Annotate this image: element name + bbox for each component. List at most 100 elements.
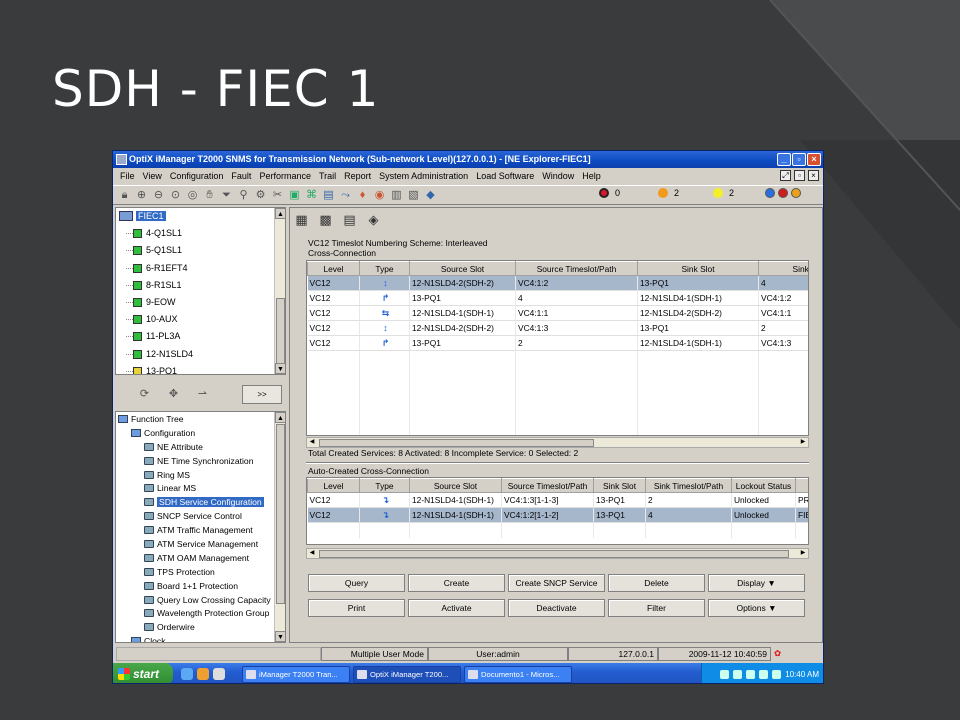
tree-item-board[interactable]: 4-Q1SL1 xyxy=(116,225,285,242)
hand-icon[interactable]: ✋︎ xyxy=(202,188,217,203)
scroll-up-icon[interactable]: ▲ xyxy=(275,412,285,423)
options-dropdown-button[interactable]: Options ▼ xyxy=(708,599,805,617)
menu-file[interactable]: File xyxy=(116,169,139,184)
function-tree-item[interactable]: Clock xyxy=(116,634,285,642)
filter-button[interactable]: Filter xyxy=(608,599,705,617)
menu-trail[interactable]: Trail xyxy=(315,169,340,184)
print-button[interactable]: Print xyxy=(308,599,405,617)
menu-performance[interactable]: Performance xyxy=(255,169,315,184)
start-button[interactable]: start xyxy=(113,663,173,683)
function-tree-item[interactable]: Function Tree xyxy=(116,412,285,426)
task-imanager-tran[interactable]: iManager T2000 Tran... xyxy=(242,665,350,683)
volume-tray-icon[interactable] xyxy=(746,669,756,679)
function-tree-item[interactable]: Ring MS xyxy=(116,468,285,482)
refresh-icon[interactable]: ⟳ xyxy=(137,387,152,402)
security-tray-icon[interactable] xyxy=(759,669,769,679)
column-header[interactable]: Lockout Status xyxy=(731,478,796,493)
help-book-icon[interactable]: ◈ xyxy=(366,212,381,227)
function-tree-item[interactable]: Linear MS xyxy=(116,481,285,495)
table-row[interactable]: VC12 ↱ 13-PQ1 4 12-N1SLD4-1(SDH-1) VC4:1:2 xyxy=(307,290,808,306)
tree-item-board[interactable]: 13-PQ1 xyxy=(116,363,285,374)
column-header[interactable]: Sink Times xyxy=(758,261,808,276)
tree-item-board[interactable]: 12-N1SLD4 xyxy=(116,346,285,363)
alarm-major[interactable]: 2 xyxy=(658,188,679,198)
menu-fault[interactable]: Fault xyxy=(227,169,255,184)
create-sncp-service-button[interactable]: Create SNCP Service xyxy=(508,574,605,592)
menu-window[interactable]: Window xyxy=(538,169,578,184)
tree-view-icon[interactable]: ▦ xyxy=(294,212,309,227)
menu-report[interactable]: Report xyxy=(340,169,375,184)
column-header[interactable]: Source Slot xyxy=(409,261,516,276)
column-header[interactable]: Level xyxy=(307,261,360,276)
scroll-right-icon[interactable]: ▶ xyxy=(798,549,808,558)
window-titlebar[interactable]: OptiX iManager T2000 SNMS for Transmissi… xyxy=(113,151,823,168)
table-row[interactable]: VC12 ↴ 12-N1SLD4-1(SDH-1) VC4:1:3[1-1-3] 13-… xyxy=(307,492,808,508)
function-tree-item[interactable]: SNCP Service Control xyxy=(116,509,285,523)
search-icon[interactable]: ⚲ xyxy=(236,188,251,203)
scroll-up-icon[interactable]: ▲ xyxy=(275,208,285,219)
book-icon[interactable]: ◆︎ xyxy=(423,188,438,203)
subnet-icon[interactable]: ▤ xyxy=(321,188,336,203)
restore-button[interactable]: ▫ xyxy=(792,153,806,166)
tree-item-ne[interactable]: FIEC1 xyxy=(116,208,285,225)
scroll-down-icon[interactable]: ▼ xyxy=(275,631,285,642)
tree-item-board[interactable]: 11-PL3A xyxy=(116,328,285,345)
function-tree-item[interactable]: NE Time Synchronization xyxy=(116,454,285,468)
help-tray-icon[interactable] xyxy=(720,669,730,679)
function-tree-item[interactable]: Board 1+1 Protection xyxy=(116,579,285,593)
table-row[interactable]: VC12 ⇆ 12-N1SLD4-1(SDH-1) VC4:1:1 12-N1SLD4-… xyxy=(307,305,808,321)
display-dropdown-button[interactable]: Display ▼ xyxy=(708,574,805,592)
scroll-right-icon[interactable]: ▶ xyxy=(798,438,808,447)
scroll-thumb[interactable] xyxy=(319,550,789,558)
function-tree-item[interactable]: SDH Service Configuration xyxy=(116,495,285,509)
alarm-bell-icon[interactable]: ♦︎ xyxy=(355,188,370,203)
sound-icon[interactable] xyxy=(791,188,801,198)
column-header[interactable]: Source Timeslot/Path xyxy=(501,478,594,493)
tree-item-board[interactable]: 6-R1EFT4 xyxy=(116,260,285,277)
column-header[interactable]: Source Slot xyxy=(409,478,502,493)
function-tree-item[interactable]: NE Attribute xyxy=(116,440,285,454)
function-tree-item[interactable]: ATM OAM Management xyxy=(116,551,285,565)
more-button[interactable]: >> xyxy=(242,385,282,404)
alarm-critical[interactable]: 0 xyxy=(599,188,620,198)
table-row[interactable]: VC12 ↕ 12-N1SLD4-2(SDH-2) VC4:1:2 13-PQ1 4 xyxy=(307,275,808,291)
layers-icon[interactable]: ▤ xyxy=(342,212,357,227)
alarm-browse-icon[interactable]: ◉ xyxy=(372,188,387,203)
filter-icon[interactable]: ⏷ xyxy=(219,188,234,203)
column-header[interactable]: Level xyxy=(307,478,360,493)
column-header[interactable]: Type xyxy=(359,261,410,276)
query-button[interactable]: Query xyxy=(308,574,405,592)
function-tree-item[interactable]: Configuration xyxy=(116,426,285,440)
function-tree-item[interactable]: Orderwire xyxy=(116,620,285,634)
function-tree-item[interactable]: ATM Traffic Management xyxy=(116,523,285,537)
column-header[interactable]: Sink Slot xyxy=(637,261,759,276)
scroll-left-icon[interactable]: ◀ xyxy=(307,549,317,558)
delete-button[interactable]: Delete xyxy=(608,574,705,592)
tools-icon[interactable]: ✂︎ xyxy=(270,188,285,203)
function-tree-scrollbar[interactable]: ▲ ▼ xyxy=(274,412,285,642)
task-documento1[interactable]: Documento1 - Micros... xyxy=(464,665,572,683)
function-tree-item[interactable]: Query Low Crossing Capacity xyxy=(116,593,285,607)
trail-icon[interactable]: ⤳ xyxy=(338,188,353,203)
function-tree-item[interactable]: Wavelength Protection Group xyxy=(116,606,285,620)
tree-item-board[interactable]: 8-R1SL1 xyxy=(116,277,285,294)
table-row[interactable]: VC12 ↕ 12-N1SLD4-2(SDH-2) VC4:1:3 13-PQ1 2 xyxy=(307,320,808,336)
column-header[interactable]: Sink Timeslot/Path xyxy=(645,478,732,493)
tree-item-board[interactable]: 10-AUX xyxy=(116,311,285,328)
column-header[interactable]: Type xyxy=(359,478,410,493)
expand-icon[interactable]: ✥ xyxy=(166,387,181,402)
menu-help[interactable]: Help xyxy=(578,169,605,184)
zoom-out-icon[interactable]: ⊖ xyxy=(151,188,166,203)
table-row[interactable]: VC12 ↱ 13-PQ1 2 12-N1SLD4-1(SDH-1) VC4:1:3 xyxy=(307,335,808,351)
mdi-restore-icon[interactable]: ⤢ xyxy=(780,170,791,181)
create-button[interactable]: Create xyxy=(408,574,505,592)
board-view-icon[interactable]: ▩ xyxy=(318,212,333,227)
mdi-float-icon[interactable]: ▫ xyxy=(794,170,805,181)
column-header[interactable]: Sink Slot xyxy=(593,478,646,493)
zoom-reset-icon[interactable]: ◎ xyxy=(185,188,200,203)
performance-icon[interactable]: ▥ xyxy=(389,188,404,203)
collapse-icon[interactable]: ⇀ xyxy=(195,387,210,402)
auto-cross-connection-hscroll[interactable]: ◀ ▶ xyxy=(306,548,809,559)
menu-load-software[interactable]: Load Software xyxy=(472,169,538,184)
scroll-down-icon[interactable]: ▼ xyxy=(275,363,285,374)
